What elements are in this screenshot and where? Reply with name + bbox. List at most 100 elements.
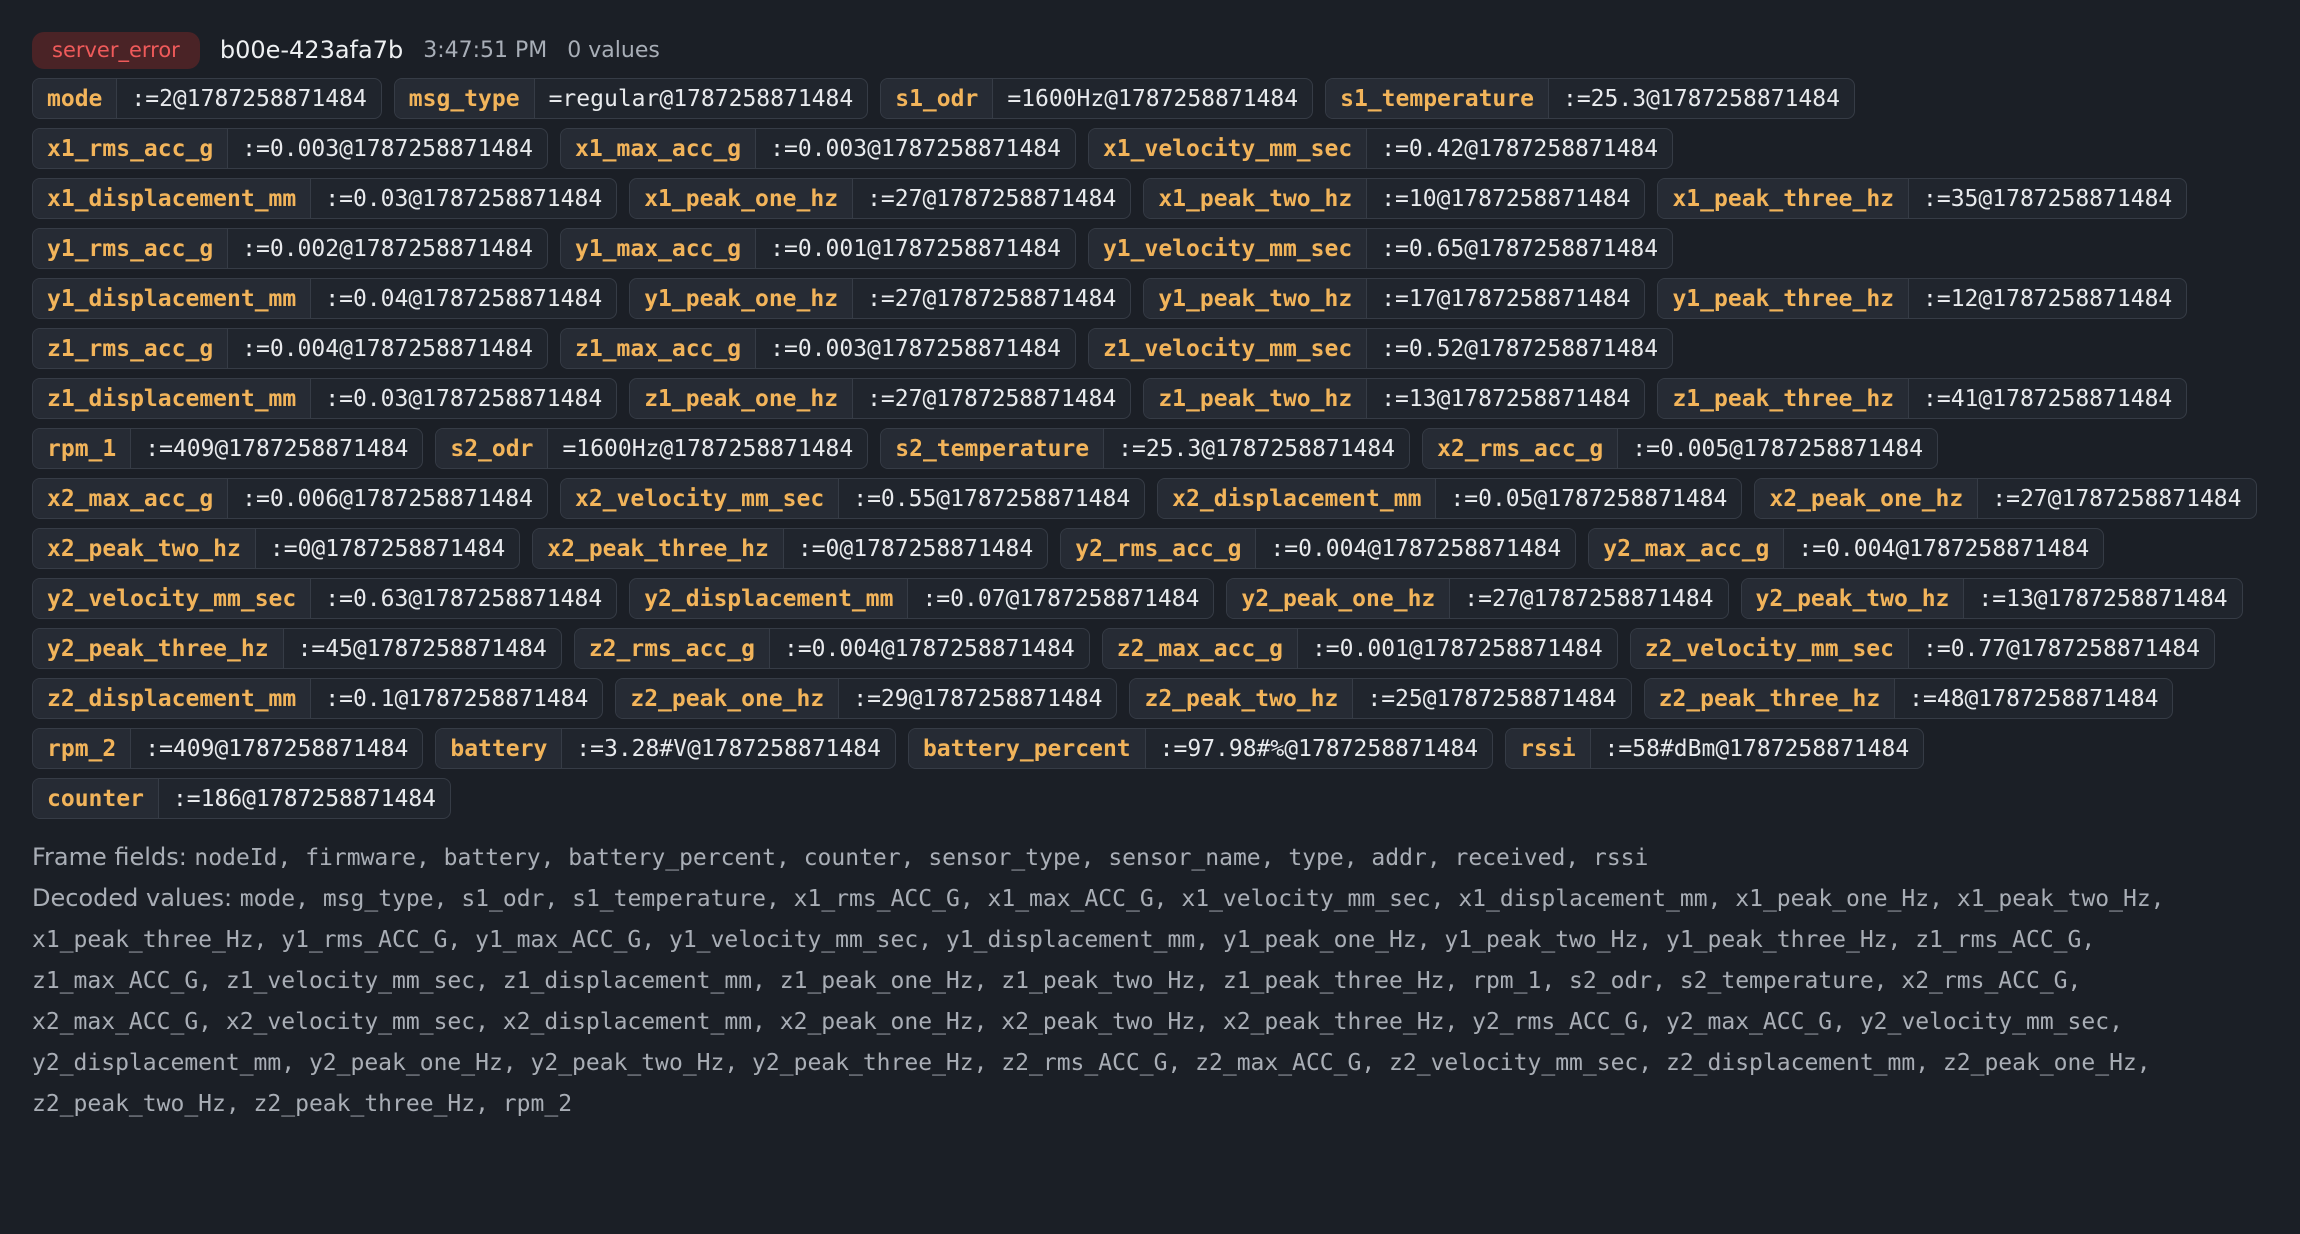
field-key: z1_max_acc_g <box>560 329 757 368</box>
field-value: :=41@1787258871484 <box>1923 385 2173 412</box>
field-value: :=25.3@1787258871484 <box>1118 435 1396 462</box>
field-key: s2_odr <box>436 429 549 468</box>
field-value: :=0.65@1787258871484 <box>1381 235 1659 262</box>
field-chip: x1_max_acc_g :=0.003@1787258871484 <box>559 128 1076 169</box>
field-key: z1_rms_acc_g <box>33 329 229 368</box>
field-value: =regular@1787258871484 <box>548 85 854 112</box>
field-value: :=17@1787258871484 <box>1381 285 1631 312</box>
field-key: x1_max_acc_g <box>560 129 757 168</box>
field-key: x1_displacement_mm <box>33 179 312 218</box>
field-value: :=12@1787258871484 <box>1923 285 2173 312</box>
field-value: :=186@1787258871484 <box>172 785 437 812</box>
field-value: :=13@1787258871484 <box>1381 385 1631 412</box>
value-count: 0 values <box>567 37 660 63</box>
field-chip: z1_displacement_mm :=0.03@1787258871484 <box>32 378 618 419</box>
field-key: z1_displacement_mm <box>33 379 312 418</box>
field-value: :=0@1787258871484 <box>269 535 506 562</box>
field-key: x2_peak_one_hz <box>1755 479 1979 518</box>
field-chip: x1_peak_one_hz:=27@1787258871484 <box>629 178 1132 219</box>
field-key: x2_velocity_mm_sec <box>560 479 840 518</box>
field-value: :=45@1787258871484 <box>297 635 547 662</box>
field-value: :=25.3@1787258871484 <box>1562 85 1840 112</box>
field-key: y2_peak_one_hz <box>1227 579 1451 618</box>
field-key: rpm_2 <box>33 729 132 768</box>
field-value: :=0.004@1787258871484 <box>242 335 533 362</box>
field-key: x2_peak_two_hz <box>33 529 256 568</box>
field-key: y1_max_acc_g <box>560 229 757 268</box>
field-value: :=58#dBm@1787258871484 <box>1604 735 1910 762</box>
field-key: x1_peak_three_hz <box>1658 179 1910 218</box>
field-key: rssi <box>1506 729 1591 768</box>
field-chip: y2_rms_acc_g :=0.004@1787258871484 <box>1060 528 1577 569</box>
field-chip: x1_peak_two_hz:=10@1787258871484 <box>1143 178 1646 219</box>
field-value: :=35@1787258871484 <box>1923 185 2173 212</box>
field-chip: x2_peak_one_hz:=27@1787258871484 <box>1754 478 2257 519</box>
field-key: s1_odr <box>881 79 994 118</box>
field-value: :=409@1787258871484 <box>145 735 409 762</box>
field-value: :=0.55@1787258871484 <box>853 485 1131 512</box>
field-key: battery <box>436 729 563 768</box>
field-value: :=0.001@1787258871484 <box>1311 635 1603 662</box>
field-key: y2_peak_two_hz <box>1741 579 1965 618</box>
field-key: z2_max_acc_g <box>1102 629 1298 668</box>
field-value: :=409@1787258871484 <box>145 435 409 462</box>
field-value: :=0.07@1787258871484 <box>922 585 1200 612</box>
field-value: :=0.03@1787258871484 <box>325 185 603 212</box>
field-value: :=0.003@1787258871484 <box>770 135 1061 162</box>
field-chip: counter:=186@1787258871484 <box>32 778 452 819</box>
field-chip: y1_max_acc_g:=0.001@1787258871484 <box>559 228 1076 269</box>
field-chip: z2_rms_acc_g:=0.004@1787258871484 <box>573 628 1090 669</box>
field-chip: y1_velocity_mm_sec:=0.65@1787258871484 <box>1087 228 1674 269</box>
field-key: battery_percent <box>908 729 1146 768</box>
field-key: y2_displacement_mm <box>630 579 909 618</box>
field-chip: z1_peak_two_hz:=13@1787258871484 <box>1143 378 1646 419</box>
field-key: z2_peak_two_hz <box>1130 679 1354 718</box>
field-value: :=0.1@1787258871484 <box>325 685 589 712</box>
message-panel: server_error b00e-423afa7b 3:47:51 PM 0 … <box>32 28 2268 1124</box>
field-key: x1_velocity_mm_sec <box>1088 129 1368 168</box>
message-time: 3:47:51 PM <box>423 37 548 63</box>
field-value: :=27@1787258871484 <box>867 185 1117 212</box>
field-chip: z2_velocity_mm_sec:=0.77@1787258871484 <box>1629 628 2215 669</box>
field-chip: z2_peak_one_hz:=29@1787258871484 <box>615 678 1118 719</box>
field-value: :=0.03@1787258871484 <box>325 385 603 412</box>
field-value: :=0.004@1787258871484 <box>783 635 1075 662</box>
field-chip: y1_rms_acc_g:=0.002@1787258871484 <box>32 228 548 269</box>
field-chip: y1_peak_three_hz:=12@1787258871484 <box>1657 278 2188 319</box>
field-chip: x1_velocity_mm_sec :=0.42@1787258871484 <box>1087 128 1674 169</box>
field-chip: z2_peak_two_hz :=25@1787258871484 <box>1129 678 1632 719</box>
decoded-values-line: Decoded values: mode, msg_type, s1_odr, … <box>32 878 2268 1124</box>
field-key: x1_peak_two_hz <box>1144 179 1368 218</box>
field-key: y2_max_acc_g <box>1589 529 1785 568</box>
field-value: :=25@1787258871484 <box>1367 685 1617 712</box>
field-chip: x2_peak_three_hz:=0@1787258871484 <box>532 528 1049 569</box>
field-value: :=0.63@1787258871484 <box>325 585 603 612</box>
field-value: :=0.003@1787258871484 <box>242 135 533 162</box>
field-key: x1_rms_acc_g <box>33 129 229 168</box>
field-value: :=0.004@1787258871484 <box>1270 535 1562 562</box>
field-chip: y2_max_acc_g:=0.004@1787258871484 <box>1588 528 2105 569</box>
field-chip: rpm_1:=409@1787258871484 <box>32 428 424 469</box>
field-chip: y2_peak_two_hz:=13@1787258871484 <box>1740 578 2243 619</box>
field-key: y1_rms_acc_g <box>33 229 229 268</box>
field-chip: x1_peak_three_hz :=35@1787258871484 <box>1657 178 2188 219</box>
field-chip: z1_max_acc_g:=0.003@1787258871484 <box>559 328 1076 369</box>
field-chip: battery:=3.28#V@1787258871484 <box>435 728 896 769</box>
field-key: s2_temperature <box>881 429 1105 468</box>
field-value: :=0.006@1787258871484 <box>242 485 533 512</box>
field-chip-list: mode:=2@1787258871484 msg_type =regular@17… <box>32 78 2268 819</box>
frame-fields-list: nodeId, firmware, battery, battery_perce… <box>194 845 1649 871</box>
field-key: mode <box>33 79 118 118</box>
field-value: :=29@1787258871484 <box>853 685 1103 712</box>
field-chip: y2_velocity_mm_sec:=0.63@1787258871484 <box>32 578 618 619</box>
field-key: msg_type <box>394 79 535 118</box>
field-chip: z2_peak_three_hz:=48@1787258871484 <box>1643 678 2174 719</box>
message-header: server_error b00e-423afa7b 3:47:51 PM 0 … <box>32 28 2268 72</box>
field-key: y2_rms_acc_g <box>1061 529 1257 568</box>
field-key: s1_temperature <box>1326 79 1549 118</box>
field-chip: s1_temperature :=25.3@1787258871484 <box>1325 78 1855 119</box>
field-chip: z2_max_acc_g :=0.001@1787258871484 <box>1101 628 1618 669</box>
field-key: z2_velocity_mm_sec <box>1630 629 1909 668</box>
field-chip: z1_rms_acc_g :=0.004@1787258871484 <box>32 328 548 369</box>
field-value: :=0.42@1787258871484 <box>1381 135 1659 162</box>
